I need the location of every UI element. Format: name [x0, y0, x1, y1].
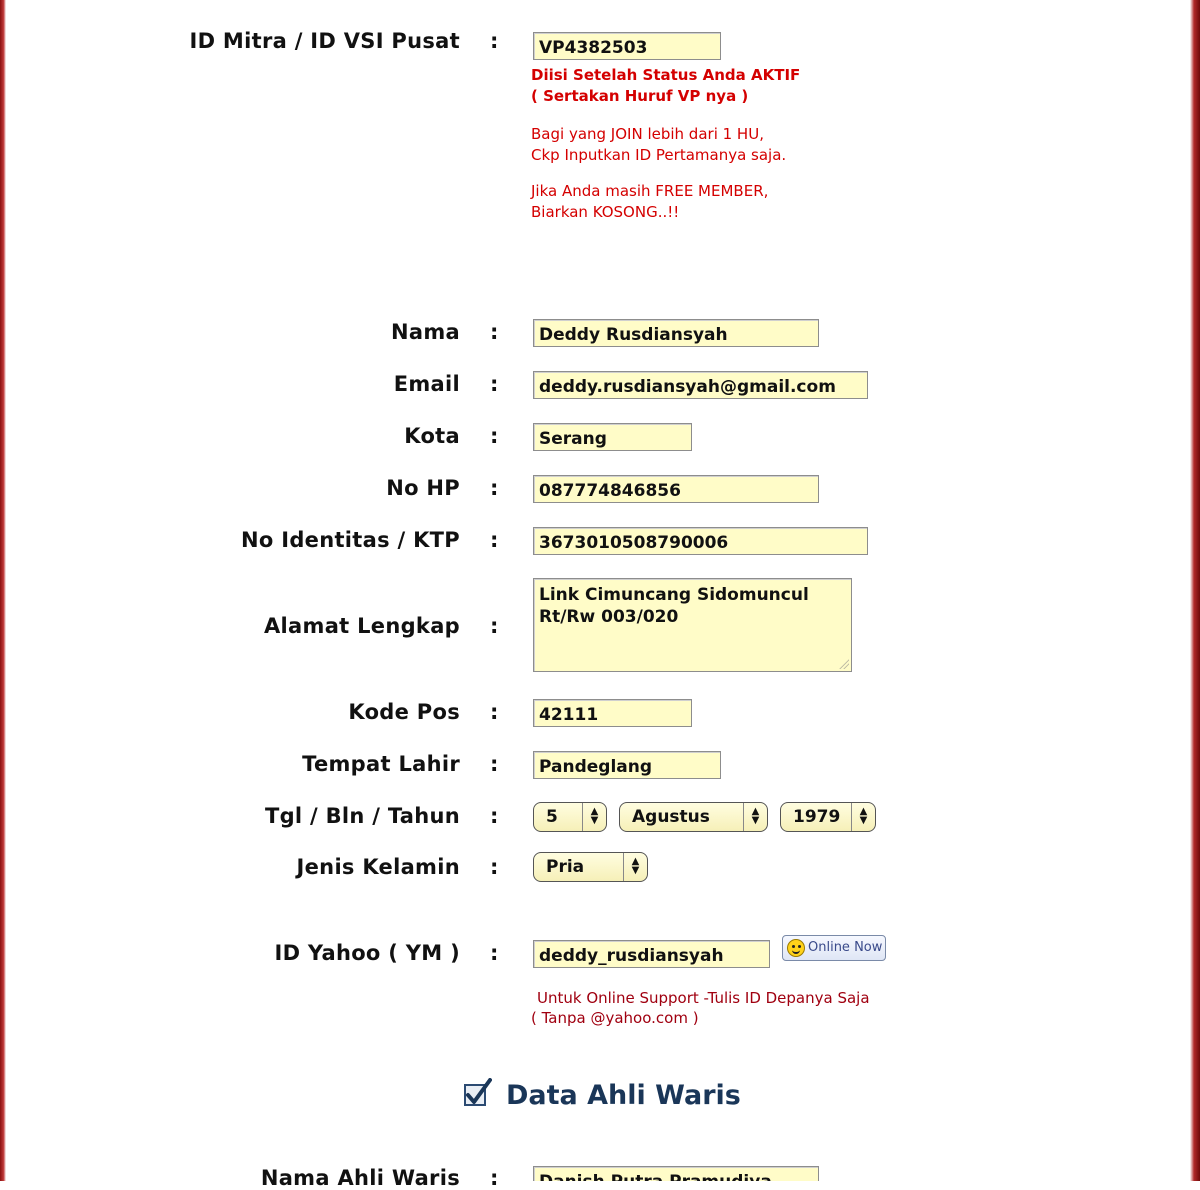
- id-mitra-note: Jika Anda masih FREE MEMBER,: [531, 182, 769, 200]
- colon: :: [490, 372, 499, 396]
- resize-grip-icon[interactable]: [839, 659, 849, 669]
- select-arrows-icon: ▲ ▼: [851, 803, 875, 831]
- select-arrows-icon: ▲ ▼: [582, 803, 606, 831]
- jenis-kelamin-label: Jenis Kelamin: [296, 855, 460, 879]
- kode-pos-input[interactable]: 42111: [533, 699, 692, 727]
- colon: :: [490, 476, 499, 500]
- colon: :: [490, 855, 499, 879]
- colon: :: [490, 1166, 499, 1190]
- kota-input[interactable]: Serang: [533, 423, 692, 451]
- year-select[interactable]: 1979 ▲ ▼: [780, 802, 876, 832]
- colon: :: [490, 528, 499, 552]
- select-arrows-icon: ▲ ▼: [743, 803, 767, 831]
- colon: :: [490, 700, 499, 724]
- colon: :: [490, 29, 499, 53]
- ahli-waris-input[interactable]: Danish Putra Pramudiya: [533, 1166, 819, 1181]
- colon: :: [490, 804, 499, 828]
- ktp-label: No Identitas / KTP: [241, 528, 460, 552]
- yahoo-label: ID Yahoo ( YM ): [274, 941, 460, 965]
- tempat-lahir-input[interactable]: Pandeglang: [533, 751, 721, 779]
- id-mitra-input[interactable]: VP4382503: [533, 32, 721, 60]
- right-border: [1190, 0, 1200, 1181]
- section-title: Data Ahli Waris: [506, 1080, 741, 1111]
- tgl-lahir-label: Tgl / Bln / Tahun: [264, 804, 460, 828]
- colon: :: [490, 752, 499, 776]
- alamat-textarea[interactable]: Link Cimuncang Sidomuncul Rt/Rw 003/020: [533, 578, 852, 672]
- no-hp-label: No HP: [386, 476, 460, 500]
- id-mitra-note: ( Sertakan Huruf VP nya ): [531, 87, 749, 105]
- id-mitra-note: Biarkan KOSONG..!!: [531, 203, 680, 221]
- month-value: Agustus: [632, 807, 710, 827]
- ktp-input[interactable]: 3673010508790006: [533, 527, 868, 555]
- year-value: 1979: [793, 807, 841, 827]
- no-hp-input[interactable]: 087774846856: [533, 475, 819, 503]
- colon: :: [490, 941, 499, 965]
- select-arrows-icon: ▲ ▼: [623, 853, 647, 881]
- kode-pos-label: Kode Pos: [348, 700, 460, 724]
- alamat-line: Link Cimuncang Sidomuncul: [539, 585, 809, 605]
- yahoo-input[interactable]: deddy_rusdiansyah: [533, 940, 770, 968]
- id-mitra-note: Bagi yang JOIN lebih dari 1 HU,: [531, 125, 764, 143]
- ahli-waris-label: Nama Ahli Waris: [260, 1166, 460, 1190]
- checkbox-checked-icon: [464, 1078, 492, 1106]
- day-select[interactable]: 5 ▲ ▼: [533, 802, 607, 832]
- email-label: Email: [393, 372, 460, 396]
- nama-input[interactable]: Deddy Rusdiansyah: [533, 319, 819, 347]
- left-border: [0, 0, 6, 1181]
- yahoo-note: ( Tanpa @yahoo.com ): [531, 1009, 699, 1027]
- id-mitra-note: Diisi Setelah Status Anda AKTIF: [531, 66, 801, 84]
- yahoo-status-button[interactable]: Online Now: [782, 935, 886, 961]
- yahoo-status-label: Online Now: [808, 940, 883, 955]
- email-input[interactable]: deddy.rusdiansyah@gmail.com: [533, 371, 868, 399]
- gender-value: Pria: [546, 857, 585, 877]
- tempat-lahir-label: Tempat Lahir: [302, 752, 460, 776]
- colon: :: [490, 320, 499, 344]
- gender-select[interactable]: Pria ▲ ▼: [533, 852, 648, 882]
- nama-label: Nama: [391, 320, 460, 344]
- colon: :: [490, 614, 499, 638]
- day-value: 5: [546, 807, 558, 827]
- id-mitra-note: Ckp Inputkan ID Pertamanya saja.: [531, 146, 787, 164]
- alamat-label: Alamat Lengkap: [264, 614, 460, 638]
- month-select[interactable]: Agustus ▲ ▼: [619, 802, 768, 832]
- alamat-line: Rt/Rw 003/020: [539, 607, 679, 627]
- smiley-icon: [787, 939, 805, 957]
- yahoo-note: Untuk Online Support -Tulis ID Depanya S…: [537, 989, 870, 1007]
- id-mitra-label: ID Mitra / ID VSI Pusat: [189, 29, 460, 53]
- kota-label: Kota: [404, 424, 460, 448]
- colon: :: [490, 424, 499, 448]
